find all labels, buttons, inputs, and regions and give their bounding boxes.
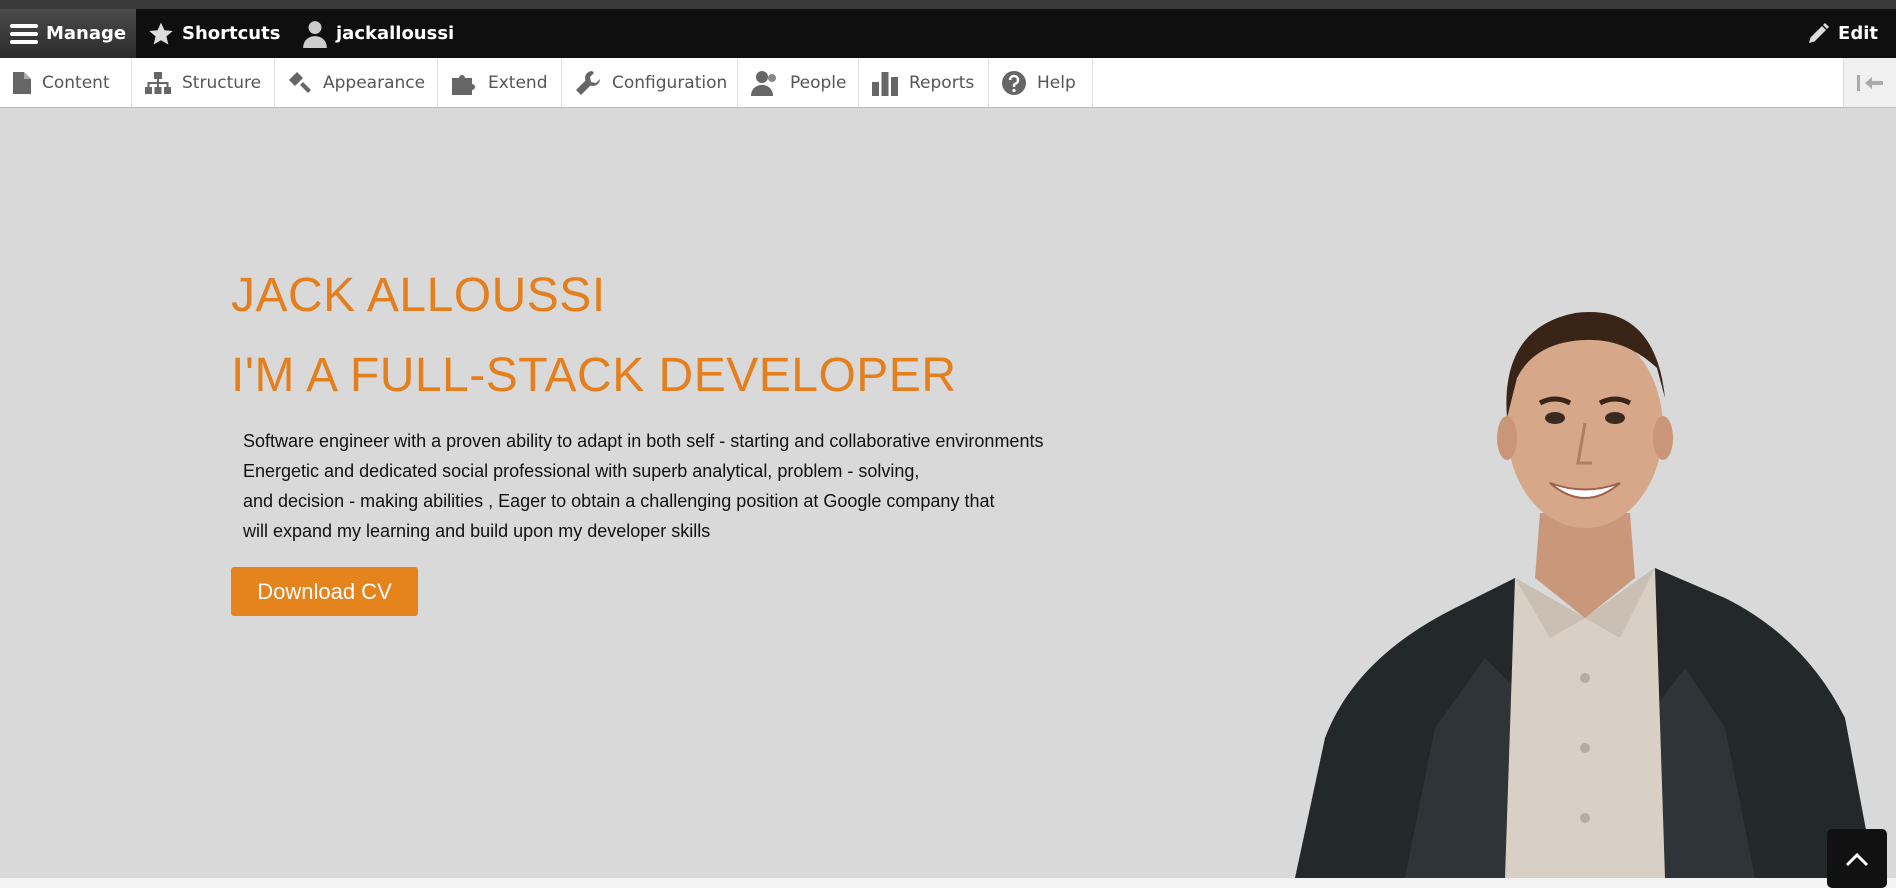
puzzle-icon bbox=[452, 74, 475, 95]
tray-item-label: Appearance bbox=[323, 72, 426, 93]
collapse-arrow-icon bbox=[1857, 74, 1883, 91]
tray-item-reports[interactable]: Reports bbox=[859, 58, 989, 107]
tray-item-configuration[interactable]: Configuration bbox=[562, 58, 738, 107]
tray-item-label: Content bbox=[42, 72, 110, 93]
tray-item-structure[interactable]: Structure bbox=[132, 58, 275, 107]
description-line: Energetic and dedicated social professio… bbox=[243, 461, 920, 481]
chevron-up-icon bbox=[1845, 852, 1869, 866]
tray-item-help[interactable]: Help bbox=[989, 58, 1093, 107]
hero-role: I'M A FULL-STACK DEVELOPER bbox=[231, 349, 957, 402]
description-line: Software engineer with a proven ability … bbox=[243, 431, 1044, 451]
manage-label: Manage bbox=[46, 23, 127, 44]
hero-name: JACK ALLOUSSI bbox=[231, 269, 606, 322]
hero-section: JACK ALLOUSSI I'M A FULL-STACK DEVELOPER… bbox=[0, 108, 1896, 878]
tray-item-label: People bbox=[790, 72, 847, 93]
description-line: will expand my learning and build upon m… bbox=[243, 521, 711, 541]
tray-item-label: Help bbox=[1037, 72, 1076, 93]
download-cv-button[interactable]: Download CV bbox=[231, 567, 418, 616]
hamburger-icon bbox=[10, 23, 38, 44]
tray-item-extend[interactable]: Extend bbox=[438, 58, 562, 107]
hero-description: Software engineer with a proven ability … bbox=[243, 426, 1123, 546]
star-icon bbox=[149, 22, 173, 45]
profile-photo bbox=[1295, 312, 1875, 878]
sitemap-icon bbox=[145, 71, 171, 94]
user-menu-button[interactable]: jackalloussi bbox=[302, 9, 454, 58]
people-icon bbox=[751, 70, 776, 96]
tray-item-label: Reports bbox=[909, 72, 975, 93]
shortcuts-label: Shortcuts bbox=[182, 23, 281, 44]
shortcuts-button[interactable]: Shortcuts bbox=[148, 9, 280, 58]
paint-brush-icon bbox=[289, 71, 311, 93]
tray-item-label: Structure bbox=[182, 72, 262, 93]
file-icon bbox=[13, 71, 31, 94]
user-label: jackalloussi bbox=[336, 23, 455, 44]
help-icon bbox=[1002, 70, 1026, 95]
tray-item-label: Configuration bbox=[612, 72, 728, 93]
bar-chart-icon bbox=[872, 71, 898, 96]
admin-toolbar: Manage Shortcuts jackalloussi Edit bbox=[0, 0, 1896, 58]
tray-item-appearance[interactable]: Appearance bbox=[275, 58, 438, 107]
collapse-tray-button[interactable] bbox=[1843, 58, 1896, 107]
tray-item-content[interactable]: Content bbox=[0, 58, 132, 107]
tray-item-people[interactable]: People bbox=[738, 58, 859, 107]
page-bottom bbox=[0, 878, 1896, 888]
edit-label: Edit bbox=[1838, 23, 1878, 44]
admin-tray: Content Structure Appearance Extend Conf… bbox=[0, 58, 1896, 108]
description-line: and decision - making abilities , Eager … bbox=[243, 491, 995, 511]
edit-button[interactable]: Edit bbox=[1806, 9, 1878, 58]
user-icon bbox=[303, 20, 327, 48]
scroll-to-top-button[interactable] bbox=[1827, 829, 1887, 888]
pencil-icon bbox=[1809, 22, 1830, 43]
wrench-icon bbox=[576, 70, 600, 95]
manage-button[interactable]: Manage bbox=[0, 9, 136, 58]
tray-item-label: Extend bbox=[488, 72, 548, 93]
